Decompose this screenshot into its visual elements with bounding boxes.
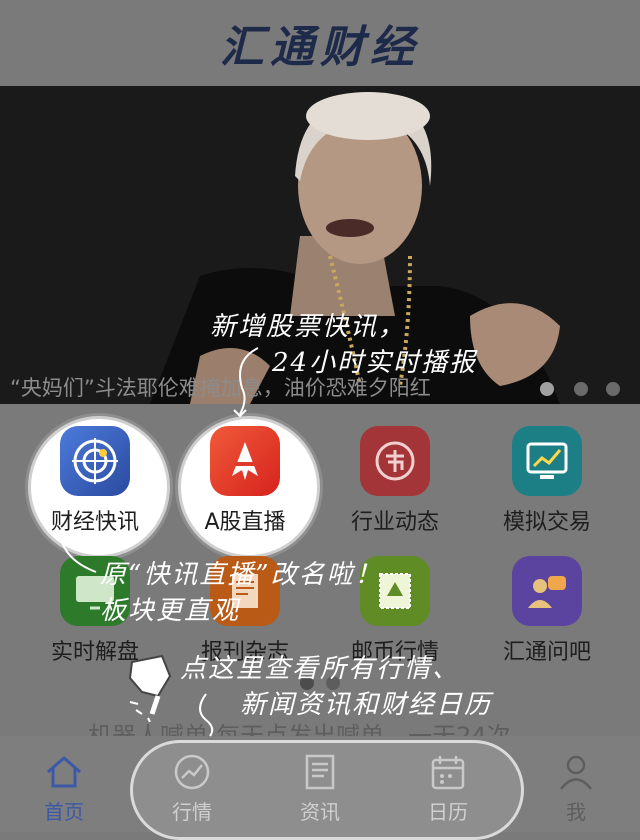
guide-note-1-line-1: 新增股票快讯，: [210, 312, 407, 342]
tab-home[interactable]: 首页: [4, 752, 124, 825]
grid-item-label: 行业动态: [350, 510, 439, 535]
guide-note-3-line-2: 新闻资讯和财经日历: [240, 690, 493, 720]
guide-note-2-line-1: 原“快讯直播”改名啦！: [100, 560, 383, 590]
grid-item-a-share-live[interactable]: A股直播: [165, 426, 325, 536]
app-header: 汇通财经: [0, 0, 640, 86]
grid-item-label: 汇通问吧: [502, 640, 591, 665]
home-icon: [47, 756, 81, 788]
tab-label: 首页: [44, 800, 84, 824]
app-logo-title: 汇通财经: [220, 22, 420, 73]
carousel-dot-1[interactable]: [540, 382, 554, 396]
chart-icon: [512, 426, 582, 496]
tab-label: 资讯: [300, 800, 340, 824]
carousel-dot-3[interactable]: [606, 382, 620, 396]
grid-item-ask-huitong[interactable]: 汇通问吧: [467, 556, 627, 666]
radar-icon: [60, 426, 130, 496]
tab-calendar[interactable]: 日历: [388, 752, 508, 825]
grid-item-finance-flash[interactable]: 财经快讯: [15, 426, 175, 536]
grid-item-simulated-trading[interactable]: 模拟交易: [467, 426, 627, 536]
grid-item-industry-news[interactable]: 行业动态: [315, 426, 475, 536]
calendar-icon: [431, 756, 465, 790]
tab-market[interactable]: 行情: [132, 752, 252, 825]
tab-me[interactable]: 我: [516, 752, 636, 825]
carousel-dot-2[interactable]: [574, 382, 588, 396]
tab-label: 行情: [172, 800, 212, 824]
guide-note-2-line-2: 板块更直观: [100, 596, 241, 626]
guide-arrow-1: [233, 347, 259, 418]
pointing-hand-icon: [128, 654, 172, 722]
grid-item-label: 模拟交易: [502, 510, 591, 535]
chat-icon: [512, 556, 582, 626]
guide-note-1-line-2: 24小时实时播报: [272, 348, 478, 378]
profile-icon: [560, 755, 592, 790]
tab-label: 我: [566, 800, 586, 824]
grid-item-label: A股直播: [204, 510, 286, 535]
rocket-icon: [210, 426, 280, 496]
market-icon: [360, 426, 430, 496]
tab-label: 日历: [428, 800, 468, 824]
guide-arrow-2: [59, 533, 97, 573]
trend-icon: [174, 754, 210, 790]
guide-arrow-3: [199, 693, 214, 737]
guide-note-3-line-1: 点这里查看所有行情、: [180, 654, 461, 684]
tab-news[interactable]: 资讯: [260, 752, 380, 825]
news-icon: [305, 754, 335, 790]
